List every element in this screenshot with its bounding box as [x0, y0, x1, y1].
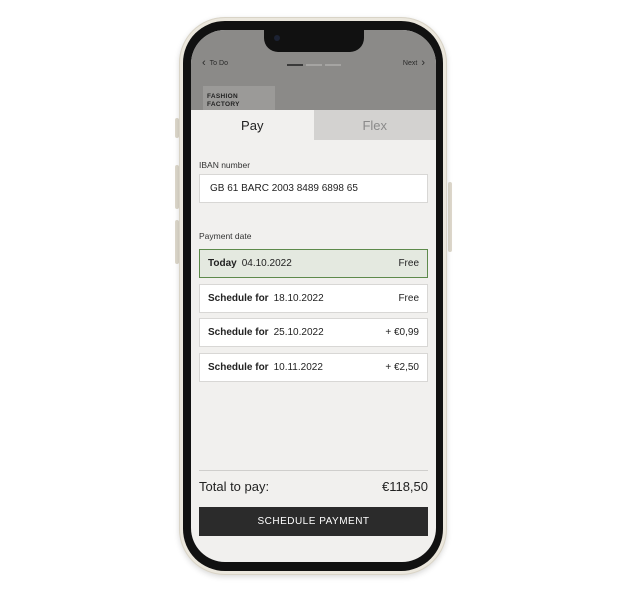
total-amount: €118,50 — [381, 479, 428, 494]
progress-step-3 — [325, 64, 341, 66]
next-nav[interactable]: Next › — [402, 57, 425, 69]
logo-line-1: FASHION — [207, 93, 238, 100]
back-label: To Do — [209, 60, 228, 67]
brand-logo: FASHION FACTORY — [203, 86, 275, 110]
notch — [264, 30, 364, 52]
progress-step-2 — [306, 64, 322, 66]
payment-tabs: Pay Flex — [191, 110, 436, 140]
tab-pay[interactable]: Pay — [191, 110, 314, 140]
back-nav[interactable]: ‹ To Do — [202, 57, 228, 69]
page: ‹ To Do Next › FASHION FACTORY Pay Flex … — [0, 0, 627, 594]
option-price: + €0,99 — [385, 327, 419, 338]
option-price: + €2,50 — [385, 362, 419, 373]
tab-flex[interactable]: Flex — [313, 110, 436, 140]
chevron-left-icon: ‹ — [202, 57, 206, 69]
next-label: Next — [402, 60, 418, 67]
payment-option-today[interactable]: Today 04.10.2022 Free — [199, 249, 428, 278]
option-price: Free — [398, 258, 419, 269]
payment-option-schedule-2[interactable]: Schedule for 25.10.2022 + €0,99 — [199, 318, 428, 347]
chevron-right-icon: › — [421, 57, 425, 69]
payment-option-schedule-3[interactable]: Schedule for 10.11.2022 + €2,50 — [199, 353, 428, 382]
option-date: 10.11.2022 — [273, 362, 323, 373]
option-date: 04.10.2022 — [241, 258, 292, 269]
option-label: Schedule for — [208, 362, 269, 373]
option-label: Today — [208, 258, 237, 269]
option-label: Schedule for — [208, 327, 269, 338]
front-camera-icon — [274, 35, 280, 41]
option-label: Schedule for — [208, 293, 269, 304]
option-date: 25.10.2022 — [273, 327, 324, 338]
phone-screen: ‹ To Do Next › FASHION FACTORY Pay Flex … — [191, 30, 436, 562]
phone-side-button-right — [448, 182, 452, 252]
iban-label: IBAN number — [199, 160, 251, 170]
step-progress — [287, 64, 341, 66]
schedule-payment-button[interactable]: SCHEDULE PAYMENT — [199, 507, 428, 536]
payment-option-schedule-1[interactable]: Schedule for 18.10.2022 Free — [199, 284, 428, 313]
option-date: 18.10.2022 — [273, 293, 324, 304]
iban-input[interactable] — [199, 174, 428, 203]
payment-date-label: Payment date — [199, 231, 252, 241]
option-price: Free — [398, 293, 419, 304]
logo-line-2: FACTORY — [207, 101, 240, 108]
total-divider — [199, 470, 428, 471]
total-label: Total to pay: — [199, 479, 270, 494]
progress-step-1 — [287, 64, 303, 66]
